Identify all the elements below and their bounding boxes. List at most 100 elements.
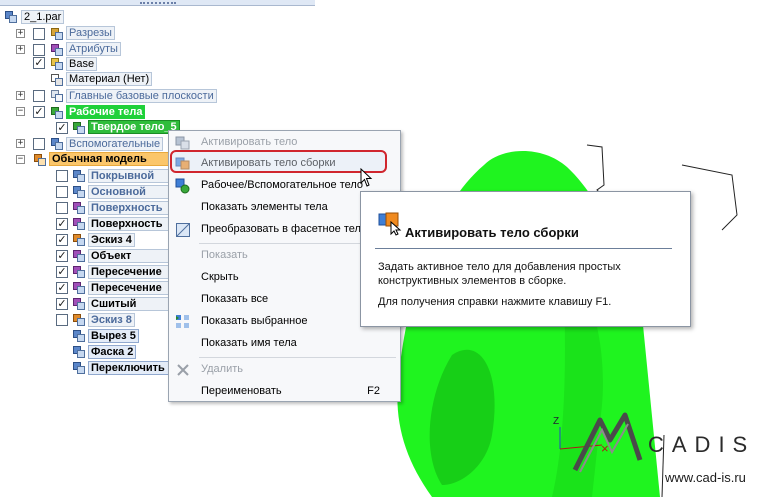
tree-item-feature[interactable]: Вырез 5 — [88, 329, 139, 343]
visibility-checkbox[interactable]: ✓ — [56, 282, 68, 294]
tree-item-feature[interactable]: Покрывной ди — [88, 169, 170, 183]
menu-item-label: Рабочее/Вспомогательное тело — [201, 179, 364, 191]
menu-item-label: Показать выбранное — [201, 315, 308, 327]
tree-item-base-planes[interactable]: Главные базовые плоскости — [66, 89, 217, 103]
visibility-checkbox[interactable]: ✓ — [56, 298, 68, 310]
design-bodies-icon — [50, 106, 64, 120]
tree-item-construction[interactable]: Вспомогательные — [66, 137, 164, 151]
expand-toggle[interactable]: + — [16, 91, 25, 100]
toggle-feature-icon — [72, 361, 86, 375]
collapse-toggle[interactable]: − — [16, 107, 25, 116]
cadis-logo-icon — [572, 412, 643, 473]
visibility-checkbox[interactable] — [56, 186, 68, 198]
mouse-cursor-icon — [360, 168, 373, 187]
panel-top-bar[interactable] — [0, 0, 315, 6]
visibility-checkbox[interactable]: ✓ — [56, 234, 68, 246]
tree-item-solid-body[interactable]: Твердое тело_5 — [88, 120, 180, 134]
visibility-checkbox[interactable]: ✓ — [33, 106, 45, 118]
menu-item-label: Переименовать — [201, 385, 282, 397]
brand-logo-text: CADIS — [648, 432, 756, 457]
visibility-checkbox[interactable] — [56, 202, 68, 214]
surface-icon — [72, 217, 86, 231]
show-only-icon — [176, 315, 189, 328]
tree-item-material[interactable]: Материал (Нет) — [66, 72, 153, 86]
material-icon — [50, 73, 64, 87]
ordered-model-icon — [33, 153, 47, 167]
menu-item-label: Скрыть — [201, 271, 239, 283]
section-icon — [50, 27, 64, 41]
sketch-icon — [72, 313, 86, 327]
expand-toggle[interactable]: + — [16, 45, 25, 54]
tree-item-ordered-model[interactable]: Обычная модель — [49, 152, 171, 166]
surface-feature-icon — [72, 185, 86, 199]
tree-item-feature[interactable]: Основной дис — [88, 185, 170, 199]
reference-planes-icon — [50, 89, 64, 103]
tooltip-title: Активировать тело сборки — [405, 225, 579, 240]
visibility-checkbox[interactable] — [33, 90, 45, 102]
menu-item-label: Преобразовать в фасетное тело — [201, 223, 368, 235]
splitter-grip[interactable] — [140, 2, 176, 4]
attributes-icon — [50, 43, 64, 57]
delete-icon — [177, 364, 189, 376]
tree-root-label[interactable]: 2_1.par — [21, 10, 65, 24]
menu-separator — [199, 357, 396, 358]
facet-body-icon — [176, 223, 190, 237]
tree-item-attributes[interactable]: Атрибуты — [66, 42, 121, 56]
menu-item-shortcut: F2 — [367, 385, 380, 397]
tree-item-feature[interactable]: Поверхность п — [88, 217, 170, 231]
visibility-checkbox[interactable]: ✓ — [56, 266, 68, 278]
visibility-checkbox[interactable]: ✓ — [56, 218, 68, 230]
menu-item-label: Показать элементы тела — [201, 201, 328, 213]
brand-url: www.cad-is.ru — [665, 470, 746, 485]
sketch-icon — [72, 233, 86, 247]
tree-item-feature[interactable]: Пересечение 5 — [88, 281, 170, 295]
visibility-checkbox[interactable] — [33, 28, 45, 40]
tooltip-description: Задать активное тело для добавления прос… — [378, 261, 621, 287]
surface-icon — [72, 201, 86, 215]
menu-item-label: Показать имя тела — [201, 337, 297, 349]
activate-assembly-body-icon — [378, 212, 402, 236]
menu-item-delete[interactable]: Удалить — [169, 359, 400, 381]
tree-item-feature[interactable]: Эскиз 4 — [88, 233, 135, 247]
visibility-checkbox[interactable]: ✓ — [33, 57, 45, 69]
tree-item-feature[interactable]: Эскиз 8 — [88, 313, 135, 327]
chamfer-icon — [72, 345, 86, 359]
menu-item-label: Показать все — [201, 293, 269, 305]
construction-bodies-icon — [50, 137, 64, 151]
tree-item-feature[interactable]: Поверхность с — [88, 201, 170, 215]
solid-body-icon — [72, 121, 86, 135]
visibility-checkbox[interactable] — [56, 170, 68, 182]
tree-item-feature[interactable]: Фаска 2 — [88, 345, 137, 359]
collapse-toggle[interactable]: − — [16, 155, 25, 164]
visibility-checkbox[interactable]: ✓ — [56, 122, 68, 134]
base-coordinate-icon — [50, 57, 64, 71]
intersect-icon — [72, 281, 86, 295]
tree-item-feature[interactable]: Сшитый объек — [88, 297, 170, 311]
tree-item-base[interactable]: Base — [66, 57, 98, 71]
tree-item-feature[interactable]: Переключить — [88, 361, 170, 375]
stitch-icon — [72, 297, 86, 311]
menu-item-label: Удалить — [201, 363, 243, 375]
visibility-checkbox[interactable] — [33, 138, 45, 150]
expand-toggle[interactable]: + — [16, 29, 25, 38]
revolve-icon — [72, 249, 86, 263]
cutout-icon — [72, 329, 86, 343]
tree-item-feature[interactable]: Объект вращен — [88, 249, 170, 263]
menu-item-show-body-name[interactable]: Показать имя тела — [169, 333, 400, 355]
tooltip-help: Для получения справки нажмите клавишу F1… — [378, 296, 612, 308]
tree-item-feature[interactable]: Пересечение 4 — [88, 265, 170, 279]
tree-item-sections[interactable]: Разрезы — [66, 26, 115, 40]
command-tooltip: Активировать тело сборки Задать активное… — [360, 191, 691, 327]
visibility-checkbox[interactable] — [56, 314, 68, 326]
menu-item-rename[interactable]: Переименовать F2 — [169, 381, 400, 403]
menu-item-label: Активировать тело — [201, 136, 298, 148]
surface-feature-icon — [72, 169, 86, 183]
visibility-checkbox[interactable]: ✓ — [56, 250, 68, 262]
part-document-icon — [4, 10, 18, 24]
tooltip-divider — [375, 248, 672, 249]
activate-body-icon — [175, 136, 190, 150]
visibility-checkbox[interactable] — [33, 44, 45, 56]
tree-item-design-bodies[interactable]: Рабочие тела — [66, 105, 146, 119]
intersect-icon — [72, 265, 86, 279]
expand-toggle[interactable]: + — [16, 139, 25, 148]
